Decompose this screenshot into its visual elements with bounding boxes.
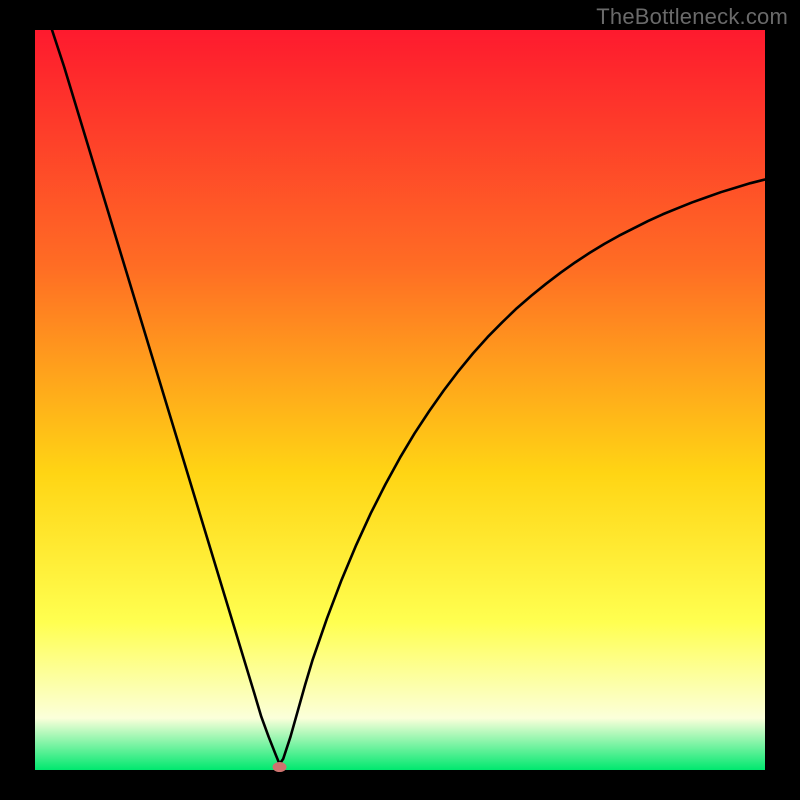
bottleneck-chart	[0, 0, 800, 800]
watermark-text: TheBottleneck.com	[596, 4, 788, 30]
optimal-point-marker	[273, 762, 287, 772]
plot-area	[35, 30, 765, 770]
chart-frame: { "watermark": "TheBottleneck.com", "col…	[0, 0, 800, 800]
